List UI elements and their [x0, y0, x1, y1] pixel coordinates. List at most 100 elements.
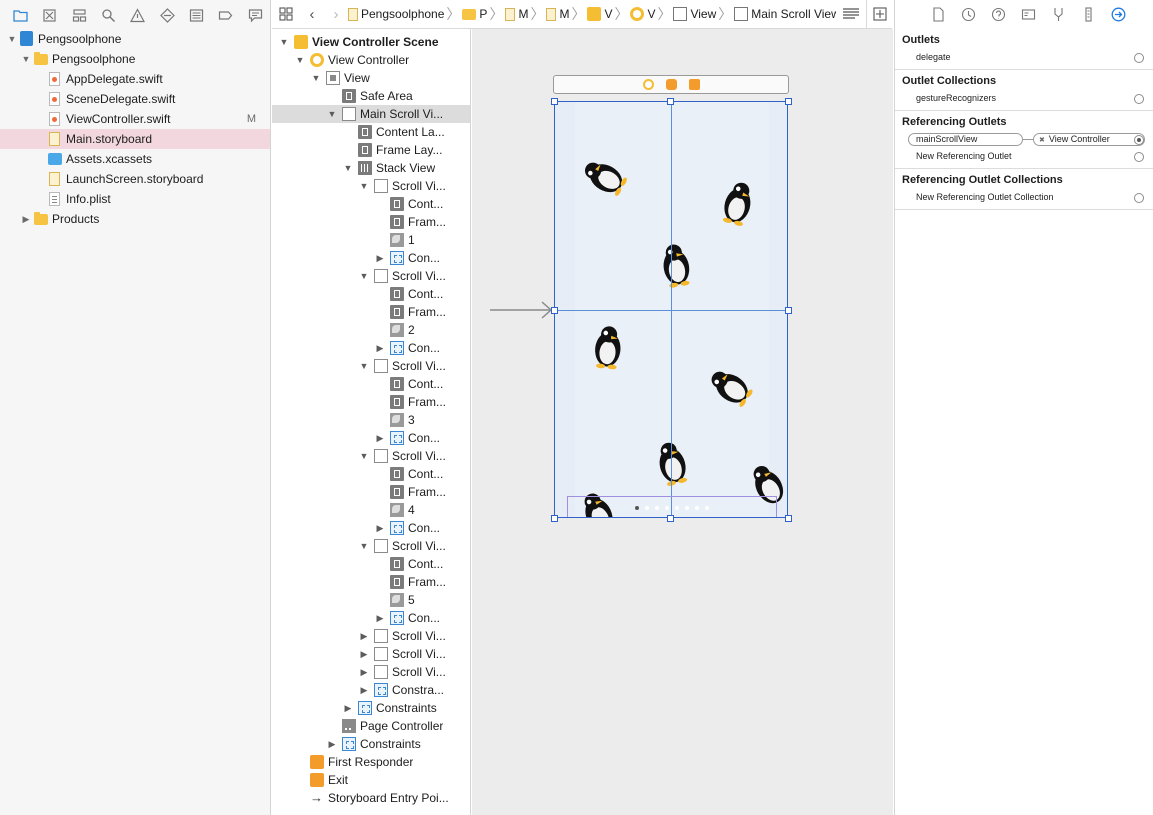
resize-handle[interactable]	[551, 98, 558, 105]
main-scroll-view[interactable]	[554, 101, 788, 518]
connection-circle-icon[interactable]	[1134, 193, 1144, 203]
disclosure-expanded-icon[interactable]: ▼	[358, 447, 370, 465]
navigator-item[interactable]: Assets.xcassets	[0, 149, 270, 169]
navigator-item[interactable]: LaunchScreen.storyboard	[0, 169, 270, 189]
resize-handle[interactable]	[667, 515, 674, 522]
outline-item[interactable]: Fram...	[272, 573, 470, 591]
storyboard-entry-arrow-icon[interactable]	[490, 300, 554, 320]
outline-item[interactable]: ▶ Constra...	[272, 681, 470, 699]
outline-item[interactable]: 1	[272, 231, 470, 249]
resize-handle[interactable]	[785, 98, 792, 105]
navigator-item[interactable]: SceneDelegate.swift	[0, 89, 270, 109]
disclosure-expanded-icon[interactable]: ▼	[310, 69, 322, 87]
document-items-icon[interactable]	[836, 0, 866, 29]
disclosure-expanded-icon[interactable]: ▼	[342, 159, 354, 177]
disclosure-collapsed-icon[interactable]: ▶	[326, 735, 338, 753]
size-inspector-icon[interactable]	[1073, 0, 1103, 29]
disclosure-collapsed-icon[interactable]: ▶	[374, 339, 386, 357]
disclosure-collapsed-icon[interactable]: ▶	[374, 519, 386, 537]
disclosure-expanded-icon[interactable]: ▼	[294, 51, 306, 69]
disclosure-collapsed-icon[interactable]: ▶	[358, 645, 370, 663]
connected-circle-icon[interactable]	[1134, 135, 1144, 145]
disclosure-collapsed-icon[interactable]: ▶	[374, 249, 386, 267]
disclosure-collapsed-icon[interactable]: ▶	[342, 699, 354, 717]
disclosure-expanded-icon[interactable]: ▼	[278, 33, 290, 51]
project-navigator-icon[interactable]	[6, 0, 35, 30]
navigator-item[interactable]: ▼ Pengsoolphone	[0, 29, 270, 49]
outline-item[interactable]: ▶ Scroll Vi...	[272, 645, 470, 663]
outline-item[interactable]: ▶ Con...	[272, 519, 470, 537]
outline-item[interactable]: Fram...	[272, 213, 470, 231]
outline-item[interactable]: ▼ Stack View	[272, 159, 470, 177]
outline-item[interactable]: ▶ Scroll Vi...	[272, 627, 470, 645]
disclosure-expanded-icon[interactable]: ▼	[20, 49, 32, 69]
navigator-item[interactable]: ViewController.swift M	[0, 109, 270, 129]
connection-circle-icon[interactable]	[1134, 94, 1144, 104]
disclosure-expanded-icon[interactable]: ▼	[326, 105, 338, 123]
navigator-item[interactable]: ▼ Pengsoolphone	[0, 49, 270, 69]
outline-item[interactable]: Page Controller	[272, 717, 470, 735]
identity-inspector-icon[interactable]	[1013, 0, 1043, 29]
outline-item[interactable]: ▼ View	[272, 69, 470, 87]
disclosure-collapsed-icon[interactable]: ▶	[358, 681, 370, 699]
forward-chevron-icon[interactable]: ›	[324, 0, 348, 29]
breadcrumb-item[interactable]: V	[630, 0, 655, 29]
breadcrumb-item[interactable]: M	[505, 0, 528, 29]
outline-item[interactable]: ▶ Con...	[272, 429, 470, 447]
outline-item[interactable]: Fram...	[272, 393, 470, 411]
navigator-item[interactable]: Main.storyboard	[0, 129, 270, 149]
outline-item[interactable]: → Storyboard Entry Poi...	[272, 789, 470, 807]
disclosure-expanded-icon[interactable]: ▼	[358, 357, 370, 375]
outline-item[interactable]: ▼ Scroll Vi...	[272, 177, 470, 195]
outline-item[interactable]: ▼ Scroll Vi...	[272, 447, 470, 465]
exit-dock-icon[interactable]	[688, 79, 700, 90]
test-navigator-icon[interactable]	[153, 0, 182, 30]
outline-item[interactable]: ▶ Constraints	[272, 699, 470, 717]
symbol-navigator-icon[interactable]	[65, 0, 94, 30]
breadcrumb-item[interactable]: Main Scroll View	[734, 0, 836, 29]
outline-item[interactable]: ▼ Scroll Vi...	[272, 537, 470, 555]
outline-item[interactable]: First Responder	[272, 753, 470, 771]
breadcrumb-item[interactable]: View	[673, 0, 716, 29]
outline-item[interactable]: ▼ Scroll Vi...	[272, 357, 470, 375]
outline-item[interactable]: ▼ View Controller Scene	[272, 33, 470, 51]
outline-item[interactable]: Cont...	[272, 465, 470, 483]
outline-item[interactable]: ▼ View Controller	[272, 51, 470, 69]
help-inspector-icon[interactable]	[983, 0, 1013, 29]
disclosure-collapsed-icon[interactable]: ▶	[358, 627, 370, 645]
disclosure-expanded-icon[interactable]: ▼	[358, 177, 370, 195]
disclosure-collapsed-icon[interactable]: ▶	[20, 209, 32, 229]
disclosure-expanded-icon[interactable]: ▼	[6, 29, 18, 49]
outline-item[interactable]: Cont...	[272, 375, 470, 393]
outline-item[interactable]: 5	[272, 591, 470, 609]
navigator-item[interactable]: ▶ Products	[0, 209, 270, 229]
outline-item[interactable]: ▶ Scroll Vi...	[272, 663, 470, 681]
connection-circle-icon[interactable]	[1134, 53, 1144, 63]
breadcrumb-item[interactable]: M	[546, 0, 569, 29]
outline-item[interactable]: ▼ Main Scroll Vi...	[272, 105, 470, 123]
related-items-icon[interactable]	[272, 0, 300, 29]
outline-item[interactable]: Content La...	[272, 123, 470, 141]
outline-item[interactable]: Exit	[272, 771, 470, 789]
resize-handle[interactable]	[785, 515, 792, 522]
disclosure-collapsed-icon[interactable]: ▶	[374, 429, 386, 447]
outline-item[interactable]: ▶ Con...	[272, 609, 470, 627]
disclosure-expanded-icon[interactable]: ▼	[358, 267, 370, 285]
breadcrumb-item[interactable]: Pengsoolphone	[348, 0, 444, 29]
resize-handle[interactable]	[667, 98, 674, 105]
outline-item[interactable]: Safe Area	[272, 87, 470, 105]
breakpoint-navigator-icon[interactable]	[211, 0, 240, 30]
history-inspector-icon[interactable]	[953, 0, 983, 29]
disclosure-collapsed-icon[interactable]: ▶	[374, 609, 386, 627]
outline-item[interactable]: Frame Lay...	[272, 141, 470, 159]
outline-item[interactable]: ▶ Con...	[272, 339, 470, 357]
outline-item[interactable]: ▼ Scroll Vi...	[272, 267, 470, 285]
outline-item[interactable]: 2	[272, 321, 470, 339]
navigator-item[interactable]: Info.plist	[0, 189, 270, 209]
connection-circle-icon[interactable]	[1134, 152, 1144, 162]
issue-navigator-icon[interactable]	[123, 0, 152, 30]
disclosure-collapsed-icon[interactable]: ▶	[358, 663, 370, 681]
outline-item[interactable]: 4	[272, 501, 470, 519]
view-controller-dock-icon[interactable]	[642, 79, 654, 90]
breadcrumb-item[interactable]: P	[462, 0, 487, 29]
